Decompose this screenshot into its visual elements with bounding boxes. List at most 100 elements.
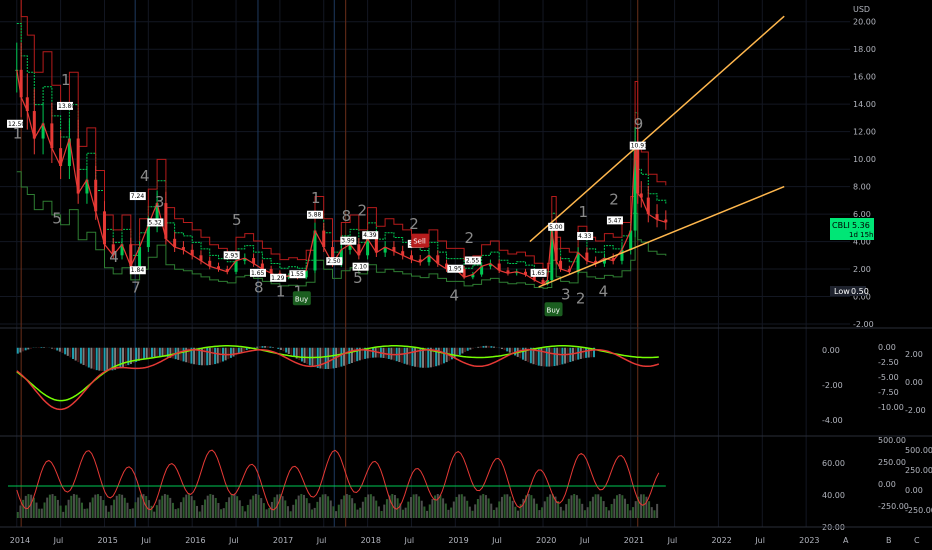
volume-bar (624, 498, 627, 518)
volume-bar (62, 511, 65, 518)
time-axis-tick: Jul (579, 536, 590, 545)
volume-bar (471, 510, 474, 518)
vol-axis-tick: 250.00 (878, 458, 906, 467)
volume-bar (265, 509, 268, 518)
volume-bar (217, 502, 220, 518)
osc-bar (461, 347, 464, 354)
osc-bar (208, 347, 211, 366)
osc-bar (440, 347, 443, 365)
volume-bar (383, 504, 386, 518)
count-label: 3 (155, 193, 165, 211)
volume-bar (420, 500, 423, 518)
volume-bar (345, 494, 348, 518)
volume-bar (530, 495, 533, 518)
volume-bar (169, 497, 172, 518)
volume-bar (163, 494, 166, 518)
volume-bar (351, 498, 354, 518)
count-label: 4 (109, 248, 119, 266)
osc-bar (90, 347, 93, 369)
signal-text: Buy (547, 306, 560, 314)
osc-bar (303, 347, 306, 363)
osc-axis-tick: -2.50 (878, 358, 899, 367)
time-axis-tick: 2020 (536, 536, 556, 545)
volume-bar (650, 507, 653, 518)
volume-bar (123, 497, 126, 518)
volume-bar (201, 505, 204, 518)
osc-bar (140, 347, 143, 360)
volume-bar (137, 497, 140, 518)
osc-bar (300, 347, 303, 362)
osc-bar (264, 346, 267, 348)
volume-bar (284, 500, 287, 518)
nav-button-c[interactable]: C (914, 536, 920, 545)
volume-bar (332, 506, 335, 518)
volume-bar (640, 494, 643, 518)
osc-bar (232, 347, 235, 357)
volume-bar (97, 494, 100, 518)
price-axis-tick: 6.00 (853, 210, 871, 219)
count-label: 2 (409, 215, 419, 233)
volume-bar (233, 494, 236, 518)
annotation-text: 5.47 (608, 217, 622, 224)
volume-bar (517, 510, 520, 518)
osc-bar (43, 347, 46, 348)
volume-bar (455, 496, 458, 518)
osc-bar (95, 347, 98, 371)
osc-bar (453, 347, 456, 358)
osc-bar (16, 347, 19, 354)
osc-bar (279, 347, 282, 350)
volume-bar (324, 494, 327, 518)
osc-bar (182, 347, 185, 362)
annotation-text: 1.55 (290, 271, 304, 278)
osc-bar (503, 347, 506, 351)
annotation-text: 2.93 (225, 252, 239, 259)
volume-bar (241, 506, 244, 518)
osc-axis-tick: -5.00 (878, 373, 899, 382)
volume-bar (511, 500, 514, 518)
volume-bar (463, 496, 466, 518)
volume-bar (80, 502, 83, 518)
price-annotation: 2.55 (464, 256, 481, 265)
osc-bar (179, 347, 182, 361)
volume-bar (78, 497, 81, 518)
volume-bar (72, 494, 75, 518)
stock-chart[interactable]: 1 2.50 13.80 7.24 5.32 2.93 1.65 1.29 1.55 5.88 2.… (0, 0, 932, 550)
volume-bar (439, 495, 442, 518)
volume-bar (407, 501, 410, 518)
volume-bar (30, 494, 33, 518)
osc-bar (108, 347, 111, 371)
volume-bar (527, 494, 530, 518)
osc-axis-tick: -2.00 (905, 406, 926, 415)
osc-axis-tick: -2.00 (822, 381, 843, 390)
osc-bar (243, 347, 246, 352)
osc-bar (61, 347, 64, 353)
volume-bar (487, 498, 490, 518)
volume-bar (634, 501, 637, 518)
osc-bar (216, 347, 219, 364)
volume-bar (656, 503, 659, 518)
count-label: 8 (254, 278, 264, 296)
volume-bar (158, 499, 161, 518)
osc-bar (261, 346, 264, 348)
osc-bar (471, 347, 474, 349)
osc-bar (424, 347, 427, 368)
volume-bar (198, 511, 201, 518)
volume-bar (252, 495, 255, 518)
osc-bar (545, 347, 548, 367)
nav-button-a[interactable]: A (843, 536, 849, 545)
nav-button-b[interactable]: B (886, 536, 892, 545)
price-axis-tick: 12.00 (853, 128, 876, 137)
volume-bar (418, 496, 421, 518)
count-label: 2 (609, 190, 619, 208)
volume-bar (621, 495, 624, 518)
volume-bar (618, 494, 621, 518)
volume-bar (214, 497, 217, 518)
volume-bar (431, 499, 434, 518)
volume-bar (375, 500, 378, 518)
volume-bar (498, 501, 501, 518)
volume-bar (316, 501, 319, 518)
volume-bar (436, 494, 439, 518)
osc-bar (66, 347, 69, 356)
vol-axis-tick: 40.00 (822, 491, 845, 500)
price-annotation: 5.00 (548, 222, 565, 231)
